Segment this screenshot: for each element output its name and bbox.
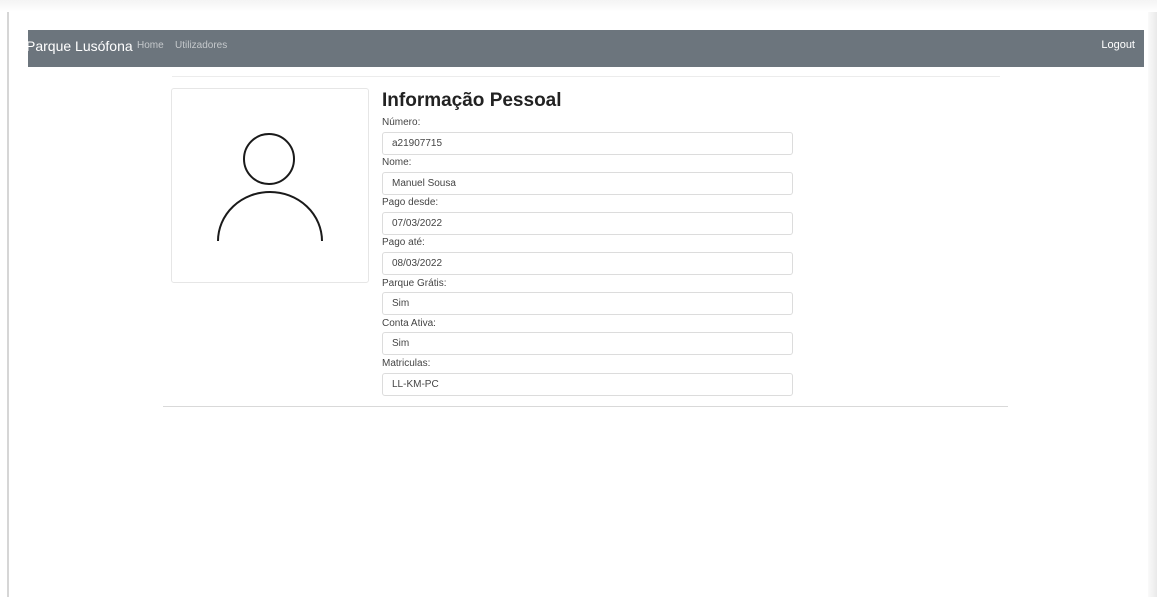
parque-gratis-label: Parque Grátis: <box>382 278 447 289</box>
user-icon <box>217 133 323 242</box>
matriculas-label: Matriculas: <box>382 358 431 369</box>
nav-link-home[interactable]: Home <box>137 40 164 51</box>
pago-desde-field[interactable]: 07/03/2022 <box>382 212 793 235</box>
pago-ate-label: Pago até: <box>382 237 425 248</box>
nav-link-utilizadores[interactable]: Utilizadores <box>175 40 227 51</box>
brand-link[interactable]: Parque Lusófona <box>26 38 133 54</box>
pago-ate-field[interactable]: 08/03/2022 <box>382 252 793 275</box>
window-frame-right <box>1148 12 1157 597</box>
bottom-divider <box>163 406 1008 407</box>
numero-label: Número: <box>382 117 421 128</box>
page-title: Informação Pessoal <box>382 90 562 111</box>
logout-link[interactable]: Logout <box>1101 39 1135 51</box>
matriculas-field[interactable]: LL-KM-PC <box>382 373 793 396</box>
conta-ativa-label: Conta Ativa: <box>382 318 436 329</box>
conta-ativa-field[interactable]: Sim <box>382 332 793 355</box>
window-frame-left <box>7 12 9 597</box>
nome-field[interactable]: Manuel Sousa <box>382 172 793 195</box>
numero-field[interactable]: a21907715 <box>382 132 793 155</box>
pago-desde-label: Pago desde: <box>382 197 439 208</box>
navbar: Parque Lusófona Home Utilizadores Logout <box>26 30 1144 67</box>
nome-label: Nome: <box>382 157 412 168</box>
parque-gratis-field[interactable]: Sim <box>382 292 793 315</box>
window-frame-top <box>0 0 1157 12</box>
avatar-card <box>171 88 369 283</box>
top-divider <box>172 76 1000 77</box>
